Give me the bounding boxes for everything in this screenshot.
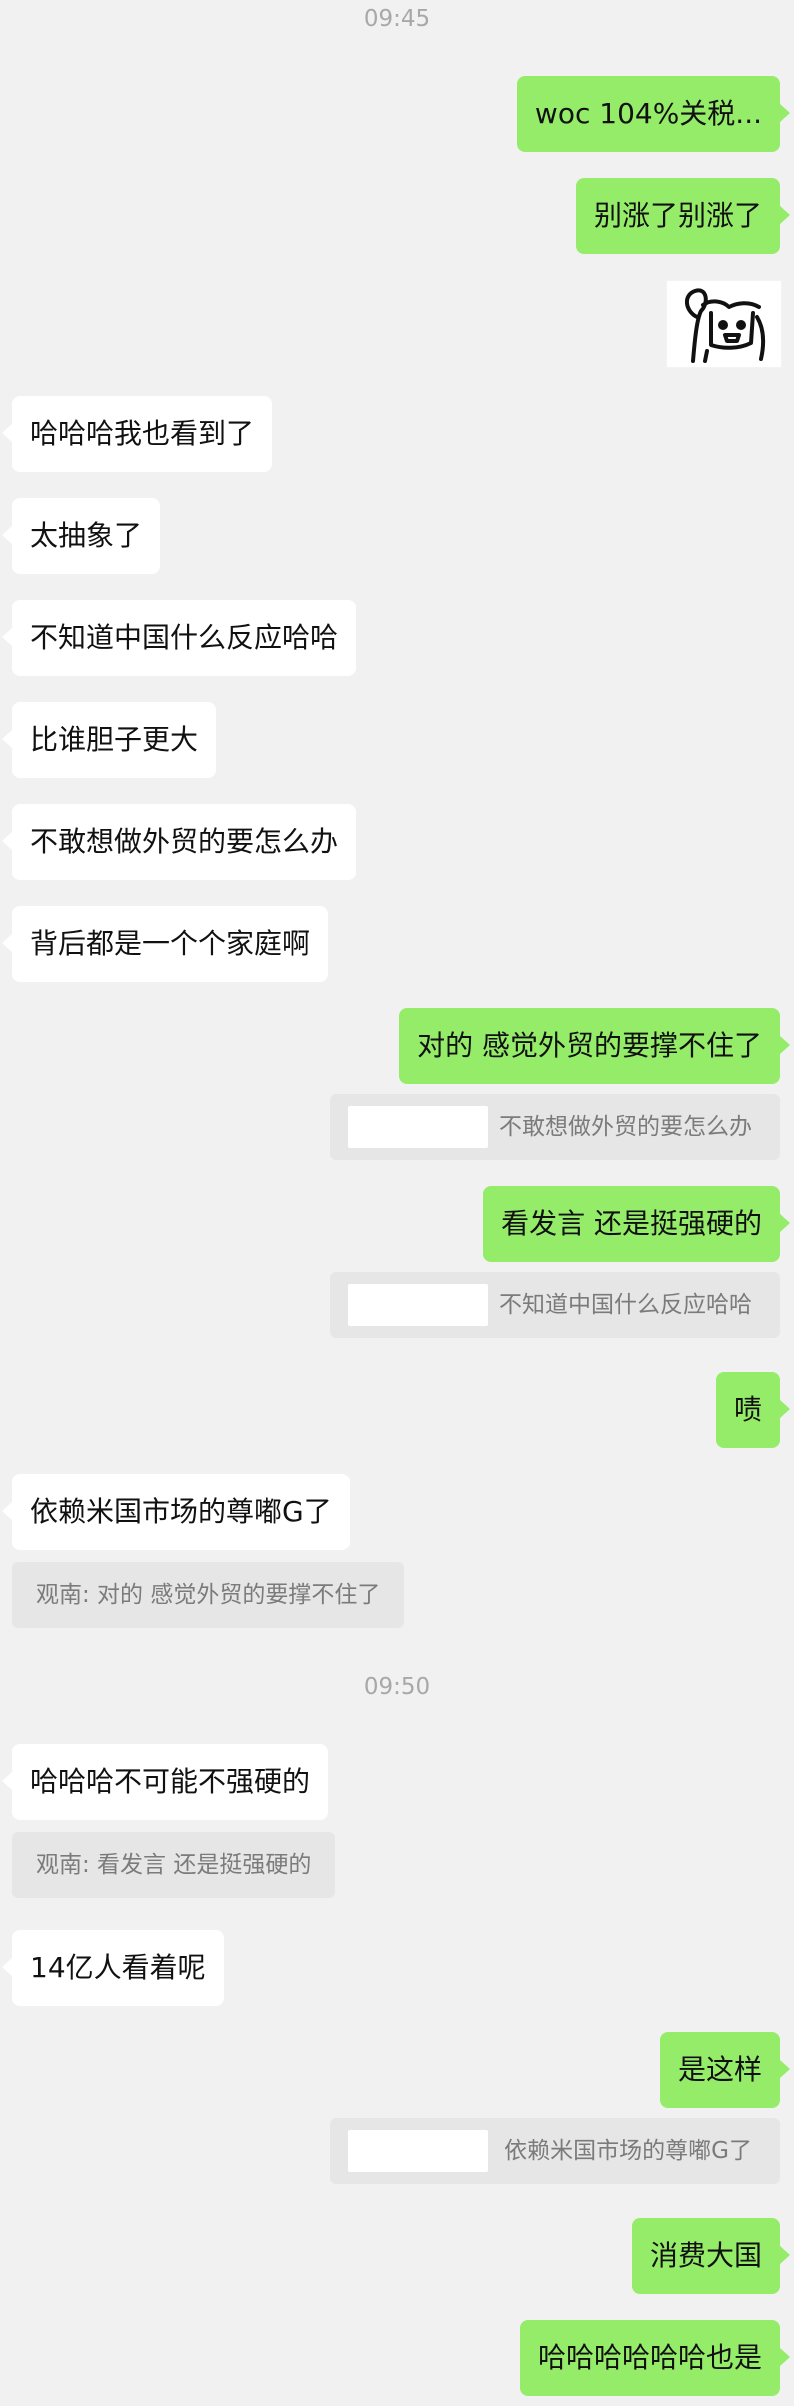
quoted-reply[interactable]: 依赖米国市场的尊嘟G了: [330, 2118, 780, 2184]
quoted-text: 依赖米国市场的尊嘟G了: [504, 2138, 752, 2164]
sticker-message[interactable]: [666, 280, 782, 368]
outgoing-message[interactable]: 别涨了别涨了: [575, 178, 791, 254]
quoted-reply[interactable]: 不敢想做外贸的要怎么办: [330, 1094, 780, 1160]
incoming-message[interactable]: 哈哈哈不可能不强硬的: [1, 1744, 329, 1820]
timestamp: 09:50: [363, 1674, 431, 1700]
quoted-text: 不敢想做外贸的要怎么办: [499, 1114, 752, 1140]
incoming-message[interactable]: 14亿人看着呢: [2, 1930, 224, 2006]
incoming-message[interactable]: 依赖米国市场的尊嘟G了: [2, 1474, 350, 1550]
outgoing-message[interactable]: 啧: [715, 1372, 791, 1448]
quoted-text: 不知道中国什么反应哈哈: [499, 1292, 752, 1318]
incoming-message[interactable]: 哈哈哈我也看到了: [1, 396, 273, 472]
outgoing-message[interactable]: woc 104%关税...: [516, 76, 791, 152]
incoming-message[interactable]: 背后都是一个个家庭啊: [1, 906, 329, 982]
doodle-sticker-icon: [685, 288, 766, 363]
redacted-sender: [348, 1106, 488, 1148]
outgoing-message[interactable]: 消费大国: [631, 2218, 791, 2294]
quoted-reply[interactable]: 不知道中国什么反应哈哈: [330, 1272, 780, 1338]
redacted-sender: [348, 2130, 488, 2172]
outgoing-message[interactable]: 是这样: [659, 2032, 791, 2108]
outgoing-message[interactable]: 看发言 还是挺强硬的: [483, 1186, 790, 1262]
incoming-message[interactable]: 不敢想做外贸的要怎么办: [1, 804, 357, 880]
quoted-reply[interactable]: 观南: 看发言 还是挺强硬的: [12, 1832, 336, 1898]
quoted-reply[interactable]: 观南: 对的 感觉外贸的要撑不住了: [12, 1562, 405, 1628]
timestamp: 09:45: [363, 6, 431, 32]
incoming-message[interactable]: 比谁胆子更大: [1, 702, 217, 778]
incoming-message[interactable]: 太抽象了: [1, 498, 161, 574]
redacted-sender: [348, 1284, 488, 1326]
incoming-message[interactable]: 不知道中国什么反应哈哈: [1, 600, 357, 676]
outgoing-message[interactable]: 对的 感觉外贸的要撑不住了: [399, 1008, 790, 1084]
outgoing-message[interactable]: 哈哈哈哈哈哈也是: [519, 2320, 791, 2396]
